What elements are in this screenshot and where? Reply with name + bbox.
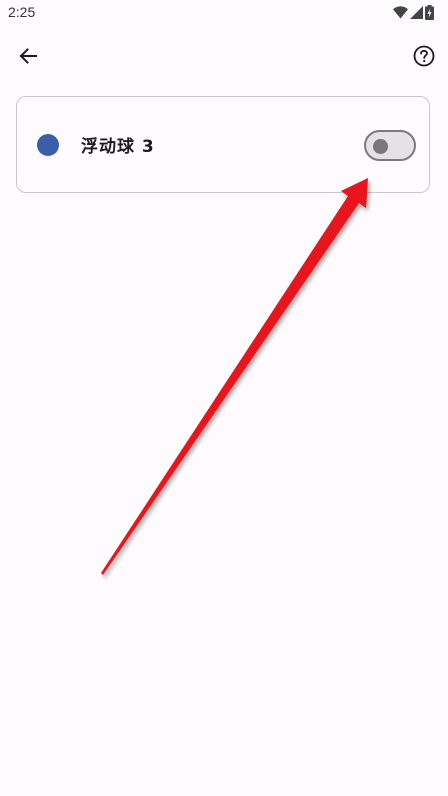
arrow-shape xyxy=(101,178,368,575)
help-circle-icon xyxy=(413,45,435,67)
screen: 2:25 浮动球 3 xyxy=(0,0,448,796)
status-bar: 2:25 xyxy=(0,0,448,28)
floating-ball-toggle[interactable] xyxy=(364,130,416,161)
help-button[interactable] xyxy=(404,36,444,76)
status-icons xyxy=(393,5,434,20)
status-time: 2:25 xyxy=(8,4,36,20)
arrow-left-icon xyxy=(19,48,37,64)
signal-icon xyxy=(410,6,423,19)
wifi-icon xyxy=(393,6,408,19)
back-button[interactable] xyxy=(8,36,48,76)
floating-ball-label: 浮动球 3 xyxy=(81,137,155,157)
color-dot xyxy=(37,134,59,156)
app-bar xyxy=(0,34,448,78)
floating-ball-card[interactable]: 浮动球 3 xyxy=(16,96,430,193)
battery-icon xyxy=(425,5,434,20)
toggle-thumb xyxy=(373,139,388,154)
